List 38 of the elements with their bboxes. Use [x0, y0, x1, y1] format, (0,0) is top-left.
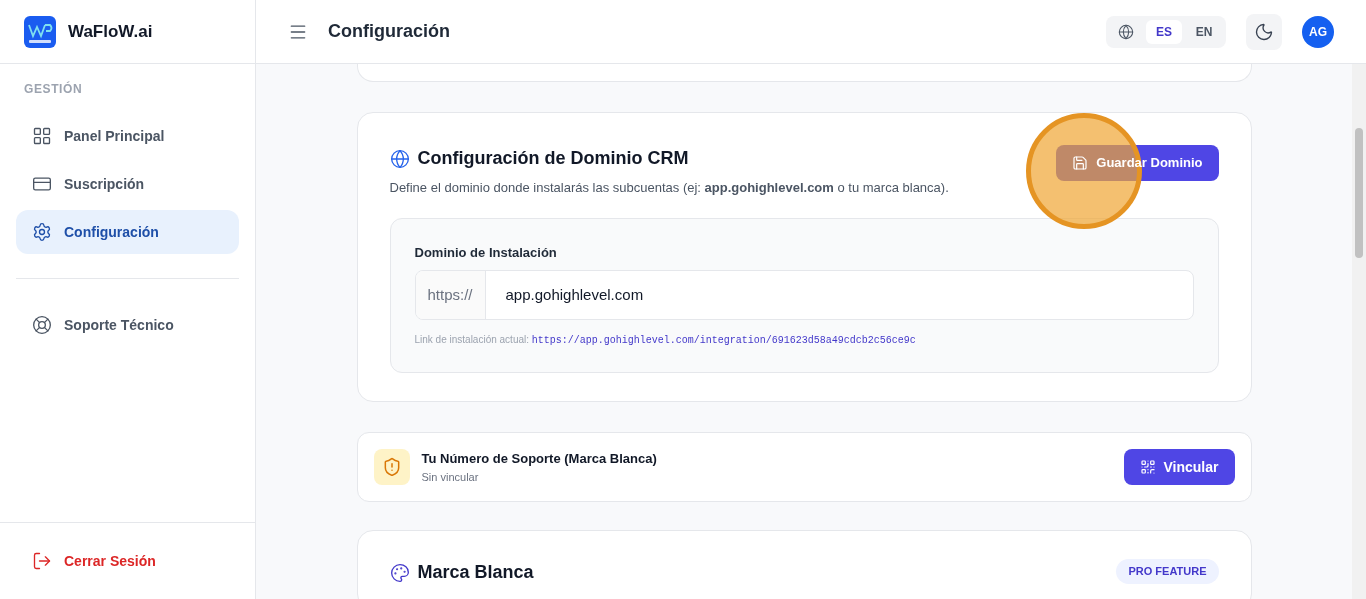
- qr-code-icon: [1139, 459, 1156, 475]
- domain-input[interactable]: app.gohighlevel.com: [485, 271, 1193, 319]
- save-icon: [1072, 155, 1089, 171]
- gear-icon: [32, 222, 52, 242]
- field-label: Dominio de Instalación: [414, 243, 558, 262]
- domain-field[interactable]: https:// app.gohighlevel.com: [414, 270, 1194, 320]
- support-status: Sin vincular: [421, 469, 480, 485]
- lifebuoy-icon: [32, 315, 52, 335]
- moon-icon: [1254, 21, 1274, 42]
- grid-icon: [32, 126, 52, 146]
- card-title: Configuración de Dominio CRM: [417, 147, 689, 170]
- support-title: Tu Número de Soporte (Marca Blanca): [421, 450, 657, 468]
- section-label: GESTIÓN: [23, 80, 84, 98]
- palette-icon: [389, 562, 410, 583]
- language-tab[interactable]: EN: [1186, 19, 1222, 44]
- shield-icon: [373, 449, 410, 485]
- nav-item[interactable]: Soporte Técnico: [16, 303, 239, 347]
- logo: [24, 15, 56, 48]
- card-description: Define el dominio donde instalarás las subcuentas (ej: app.gohighlevel.com o tu marca blanca).: [389, 179, 949, 197]
- brand-name: WaFloW.ai: [68, 20, 153, 43]
- theme-toggle[interactable]: [1246, 13, 1282, 50]
- globe-icon: [389, 148, 410, 169]
- nav-item[interactable]: Panel Principal: [16, 114, 239, 158]
- nav-item[interactable]: Configuración: [16, 210, 239, 254]
- pro-feature-label: PRO FEATURE: [1116, 559, 1219, 584]
- url-prefix: https://: [415, 271, 486, 319]
- link-button[interactable]: Vincular: [1123, 449, 1235, 485]
- scrollbar[interactable]: [1352, 64, 1366, 599]
- logout-icon: [32, 551, 52, 571]
- installation-link[interactable]: https://app.gohighlevel.com/integration/691623d58a49cdcb2c56ce9c: [531, 335, 916, 346]
- globe-icon: [1118, 23, 1134, 40]
- nav-item[interactable]: Suscripción: [16, 162, 239, 206]
- card-title: Marca Blanca: [417, 561, 534, 584]
- link-label: Link de instalación actual:: [414, 334, 531, 345]
- language-tab[interactable]: ES: [1146, 19, 1182, 44]
- page-title: Configuración: [328, 20, 450, 43]
- avatar[interactable]: AG: [1302, 15, 1334, 48]
- logout-link[interactable]: Cerrar Sesión: [16, 539, 239, 583]
